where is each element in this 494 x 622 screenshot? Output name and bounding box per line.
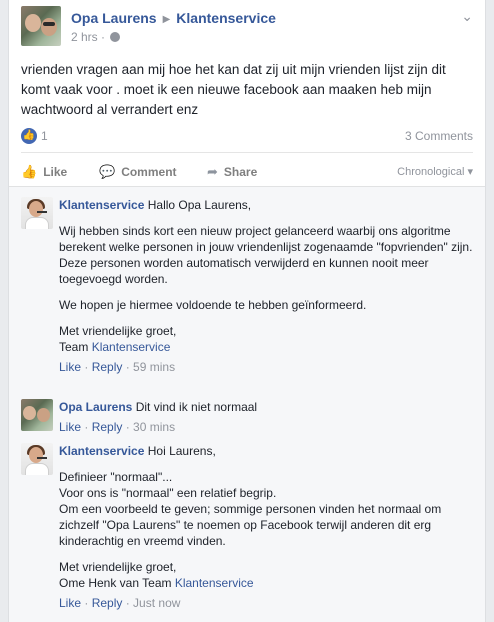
comment-reply-link[interactable]: Reply xyxy=(92,360,123,374)
comment-signature: Met vriendelijke groet, xyxy=(59,560,177,574)
page-link[interactable]: Klantenservice xyxy=(92,340,171,354)
comment-meta: Like · Reply · Just now xyxy=(59,596,181,610)
share-icon: ➦ xyxy=(207,164,218,179)
post-card: Opa Laurens ▶ Klantenservice 2 hrs · ⌄ vri… xyxy=(8,0,486,622)
commenter-avatar[interactable] xyxy=(21,399,53,431)
comment-author[interactable]: Opa Laurens xyxy=(59,400,132,414)
comment-time[interactable]: 59 mins xyxy=(133,360,175,374)
comment-like-link[interactable]: Like xyxy=(59,596,81,610)
comment-paragraph: Voor ons is "normaal" een relatief begri… xyxy=(59,486,277,500)
commenter-avatar[interactable] xyxy=(21,197,53,229)
thumbs-up-icon: 👍 xyxy=(21,164,38,179)
globe-icon xyxy=(110,32,121,42)
post-title: Opa Laurens ▶ Klantenservice xyxy=(71,10,276,26)
comment-icon: 💬 xyxy=(99,164,116,179)
comment-meta: Like · Reply · 30 mins xyxy=(59,420,176,434)
comment-reply-link[interactable]: Reply xyxy=(92,596,123,610)
comment-greeting: Hoi Laurens, xyxy=(147,444,216,458)
comment-paragraph: Definieer "normaal"... xyxy=(59,470,173,484)
like-count[interactable]: 1 xyxy=(41,129,48,143)
author-name[interactable]: Opa Laurens xyxy=(71,10,157,26)
comment-paragraph: Wij hebben sinds kort een nieuw project … xyxy=(59,224,473,254)
author-avatar[interactable] xyxy=(21,6,61,46)
comments-count[interactable]: 3 Comments xyxy=(405,129,473,143)
comments-section: Klantenservice Hallo Opa Laurens, Wij he… xyxy=(9,186,485,622)
comment-paragraph: Deze personen worden automatisch verwijd… xyxy=(59,256,429,286)
comment-greeting: Hallo Opa Laurens, xyxy=(147,198,252,212)
like-badge-icon[interactable]: 👍 xyxy=(21,128,37,144)
comment-author[interactable]: Klantenservice xyxy=(59,198,144,212)
like-button[interactable]: 👍 Like xyxy=(21,164,67,180)
comment-signature: Met vriendelijke groet, xyxy=(59,324,177,338)
comment-text: Dit vind ik niet normaal xyxy=(135,400,258,414)
post-header: Opa Laurens ▶ Klantenservice 2 hrs · ⌄ xyxy=(21,6,473,46)
page-link[interactable]: Klantenservice xyxy=(175,576,254,590)
divider xyxy=(21,152,473,153)
post-timestamp[interactable]: 2 hrs xyxy=(71,30,98,44)
chevron-down-icon[interactable]: ⌄ xyxy=(461,8,473,25)
comment-time[interactable]: 30 mins xyxy=(133,420,175,434)
post-meta: 2 hrs · xyxy=(71,30,121,44)
share-button[interactable]: ➦ Share xyxy=(207,164,257,180)
post-text: vrienden vragen aan mij hoe het kan dat … xyxy=(21,62,446,117)
comment-paragraph: We hopen je hiermee voldoende te hebben … xyxy=(59,298,367,312)
comment-reply-link[interactable]: Reply xyxy=(92,420,123,434)
comment-signature: Team Klantenservice xyxy=(59,340,171,354)
action-bar: 👍 Like 💬 Comment ➦ Share Chronological ▾ xyxy=(21,158,473,186)
comment-meta: Like · Reply · 59 mins xyxy=(59,360,176,374)
comment-like-link[interactable]: Like xyxy=(59,420,81,434)
target-page-name[interactable]: Klantenservice xyxy=(176,10,276,26)
comment-like-link[interactable]: Like xyxy=(59,360,81,374)
arrow-right-icon: ▶ xyxy=(162,14,171,25)
comment-author[interactable]: Klantenservice xyxy=(59,444,144,458)
sort-dropdown[interactable]: Chronological ▾ xyxy=(397,165,473,178)
comment-signature: Ome Henk van Team Klantenservice xyxy=(59,576,254,590)
comment-button[interactable]: 💬 Comment xyxy=(99,164,177,180)
post-stats: 👍 1 3 Comments xyxy=(21,126,473,148)
comment-time[interactable]: Just now xyxy=(133,596,180,610)
commenter-avatar[interactable] xyxy=(21,443,53,475)
comment-paragraph: Om een voorbeeld te geven; sommige perso… xyxy=(59,502,442,548)
